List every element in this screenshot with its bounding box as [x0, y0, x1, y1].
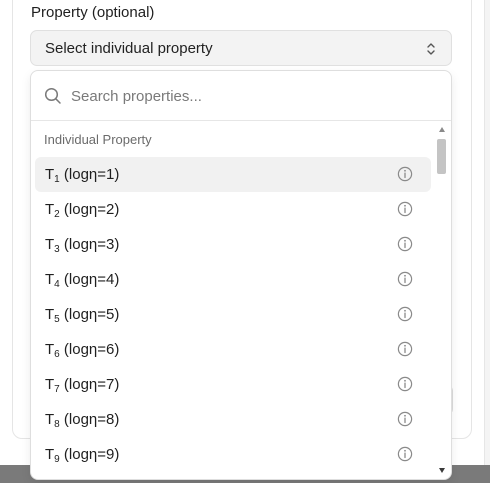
- property-option-label: T7 (logη=7): [45, 376, 120, 395]
- property-field-label: Property (optional): [31, 4, 155, 21]
- group-heading: Individual Property: [44, 132, 152, 147]
- property-option-label: T9 (logη=9): [45, 446, 120, 465]
- property-option[interactable]: T7 (logη=7): [35, 367, 431, 402]
- scrollbar-thumb[interactable]: [437, 139, 446, 174]
- scroll-up-arrow-icon[interactable]: [438, 126, 446, 133]
- property-option[interactable]: T6 (logη=6): [35, 332, 431, 367]
- info-icon[interactable]: [397, 271, 413, 287]
- property-option[interactable]: T4 (logη=4): [35, 262, 431, 297]
- info-icon[interactable]: [397, 236, 413, 252]
- info-icon[interactable]: [397, 411, 413, 427]
- info-icon[interactable]: [397, 306, 413, 322]
- property-option-label: T8 (logη=8): [45, 411, 120, 430]
- property-option[interactable]: T5 (logη=5): [35, 297, 431, 332]
- scrollbar[interactable]: [435, 123, 449, 479]
- property-option[interactable]: T2 (logη=2): [35, 192, 431, 227]
- search-bar: [31, 71, 451, 121]
- property-option[interactable]: T8 (logη=8): [35, 402, 431, 437]
- property-option-label: T3 (logη=3): [45, 236, 120, 255]
- property-option-label: T1 (logη=1): [45, 166, 120, 185]
- property-option[interactable]: T9 (logη=9): [35, 437, 431, 472]
- property-select[interactable]: Select individual property: [30, 30, 452, 66]
- background-edge: [484, 0, 490, 465]
- info-icon[interactable]: [397, 376, 413, 392]
- info-icon[interactable]: [397, 341, 413, 357]
- property-option[interactable]: T1 (logη=1): [35, 157, 431, 192]
- chevron-up-down-icon: [427, 43, 435, 55]
- property-option-label: T5 (logη=5): [45, 306, 120, 325]
- info-icon[interactable]: [397, 201, 413, 217]
- property-option-label: T4 (logη=4): [45, 271, 120, 290]
- property-option[interactable]: T3 (logη=3): [35, 227, 431, 262]
- property-option-label: T2 (logη=2): [45, 201, 120, 220]
- search-input[interactable]: [71, 83, 431, 109]
- property-select-value: Select individual property: [45, 40, 213, 57]
- search-icon: [44, 87, 61, 104]
- property-list: T1 (logη=1) T2 (logη=2) T3 (logη=3) T4 (log…: [35, 157, 431, 472]
- scroll-down-arrow-icon[interactable]: [438, 467, 446, 474]
- property-dropdown: Individual Property T1 (logη=1) T2 (logη=…: [30, 70, 452, 480]
- info-icon[interactable]: [397, 166, 413, 182]
- property-option-label: T6 (logη=6): [45, 341, 120, 360]
- info-icon[interactable]: [397, 446, 413, 462]
